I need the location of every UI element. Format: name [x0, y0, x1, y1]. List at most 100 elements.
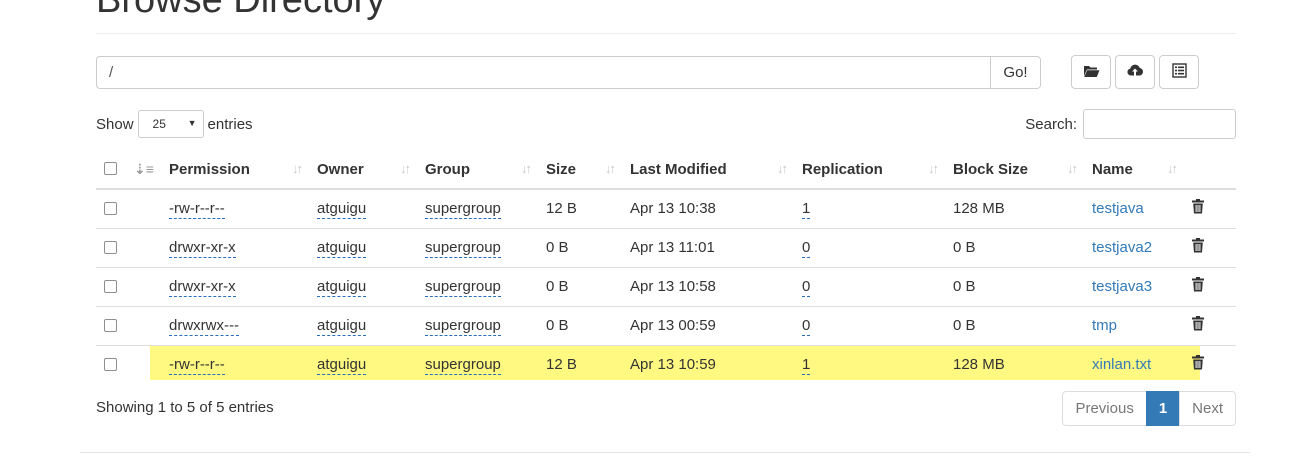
modified-cell: Apr 13 10:38 — [630, 200, 716, 218]
owner-cell[interactable]: atguigu — [317, 200, 367, 220]
modified-cell: Apr 13 11:01 — [622, 227, 794, 267]
block-size-cell: 128 MB — [945, 344, 1084, 384]
permission-cell[interactable]: drwxr-xr-x — [169, 278, 236, 297]
trash-icon[interactable] — [1192, 316, 1204, 335]
col-size[interactable]: Size ↓↑ — [538, 150, 622, 190]
pagination: Previous 1 Next — [1062, 391, 1236, 426]
sort-icon: ↓↑ — [1167, 161, 1178, 176]
title-divider — [96, 33, 1236, 34]
group-cell[interactable]: supergroup — [425, 278, 501, 297]
row-checkbox[interactable] — [104, 318, 117, 332]
block-size-cell: 0 B — [945, 227, 1084, 267]
cut-paste-button[interactable] — [1159, 55, 1199, 89]
page-title: Browse Directory — [96, 0, 386, 21]
create-directory-button[interactable] — [1071, 55, 1111, 89]
sort-icon: ↓↑ — [928, 161, 939, 176]
go-button[interactable]: Go! — [991, 56, 1041, 89]
col-last-modified-label: Last Modified — [630, 160, 727, 178]
group-cell[interactable]: supergroup — [425, 200, 501, 220]
group-cell[interactable]: supergroup — [425, 317, 501, 336]
file-table: ⇣≡ Permission ↓↑ Owner ↓↑ Group ↓↑ Size ↓↑ L… — [96, 150, 1236, 384]
file-name-link[interactable]: tmp — [1092, 317, 1117, 334]
footer-divider — [80, 452, 1250, 453]
owner-cell[interactable]: atguigu — [317, 239, 367, 258]
entries-select-value: 25 — [152, 117, 166, 131]
entries-select[interactable]: 25 ▼ — [137, 110, 204, 138]
page-1-button[interactable]: 1 — [1145, 391, 1181, 426]
replication-cell[interactable]: 0 — [802, 317, 811, 336]
row-checkbox[interactable] — [104, 240, 117, 254]
table-row: -rw-r--r-- atguigu supergroup 12 B Apr 1… — [96, 344, 1236, 384]
col-group[interactable]: Group ↓↑ — [417, 150, 538, 190]
size-cell: 0 B — [538, 305, 622, 345]
select-all-checkbox[interactable] — [104, 162, 117, 176]
select-all-cell — [96, 150, 126, 190]
modified-cell: Apr 13 10:59 — [622, 344, 794, 384]
permission-cell[interactable]: drwxr-xr-x — [169, 239, 236, 258]
col-last-modified[interactable]: Last Modified ↓↑ — [622, 150, 794, 190]
trash-icon[interactable] — [1192, 238, 1204, 257]
block-size-cell: 0 B — [945, 266, 1084, 306]
table-row: drwxr-xr-x atguigu supergroup 0 B Apr 13… — [96, 266, 1236, 306]
row-checkbox[interactable] — [104, 279, 117, 293]
replication-cell[interactable]: 1 — [802, 356, 811, 376]
size-cell: 0 B — [538, 227, 622, 267]
block-size-cell: 0 B — [945, 305, 1084, 345]
owner-cell[interactable]: atguigu — [317, 278, 367, 297]
col-replication[interactable]: Replication ↓↑ — [794, 150, 945, 190]
row-checkbox[interactable] — [104, 201, 117, 215]
group-cell[interactable]: supergroup — [425, 356, 501, 376]
upload-file-button[interactable] — [1115, 55, 1155, 89]
file-name-link[interactable]: xinlan.txt — [1092, 356, 1151, 373]
col-owner[interactable]: Owner ↓↑ — [309, 150, 417, 190]
size-cell: 12 B — [538, 344, 622, 384]
path-bar: Go! — [96, 56, 1041, 89]
table-row: drwxrwx--- atguigu supergroup 0 B Apr 13… — [96, 305, 1236, 345]
col-permission-label: Permission — [169, 160, 250, 178]
table-header-row: ⇣≡ Permission ↓↑ Owner ↓↑ Group ↓↑ Size ↓↑ L… — [96, 150, 1236, 190]
entries-label: entries — [207, 115, 253, 133]
col-name[interactable]: Name ↓↑ — [1084, 150, 1184, 190]
sort-icon: ↓↑ — [292, 161, 303, 176]
owner-cell[interactable]: atguigu — [317, 356, 367, 376]
col-size-label: Size — [546, 160, 577, 178]
sort-icon-header[interactable]: ⇣≡ — [126, 150, 161, 190]
col-block-size-label: Block Size — [953, 160, 1029, 178]
search-input[interactable] — [1083, 109, 1236, 139]
chevron-down-icon: ▼ — [187, 118, 197, 128]
file-table-wrapper: ⇣≡ Permission ↓↑ Owner ↓↑ Group ↓↑ Size ↓↑ L… — [96, 150, 1236, 384]
permission-cell[interactable]: drwxrwx--- — [169, 317, 239, 336]
sort-icon: ↓↑ — [400, 161, 411, 176]
sort-icon: ↓↑ — [521, 161, 532, 176]
next-page-button[interactable]: Next — [1179, 391, 1236, 426]
sort-desc-icon: ⇣≡ — [134, 160, 154, 177]
row-checkbox[interactable] — [104, 357, 117, 371]
col-block-size[interactable]: Block Size ↓↑ — [945, 150, 1084, 190]
group-cell[interactable]: supergroup — [425, 239, 501, 258]
file-name-link[interactable]: testjava — [1092, 200, 1144, 217]
file-name-link[interactable]: testjava3 — [1092, 278, 1152, 295]
trash-icon[interactable] — [1192, 199, 1204, 218]
permission-cell[interactable]: -rw-r--r-- — [169, 356, 225, 376]
table-row: drwxr-xr-x atguigu supergroup 0 B Apr 13… — [96, 227, 1236, 267]
trash-icon[interactable] — [1192, 277, 1204, 296]
permission-cell[interactable]: -rw-r--r-- — [169, 200, 225, 220]
previous-page-button[interactable]: Previous — [1062, 391, 1147, 426]
folder-open-icon — [1083, 64, 1100, 81]
replication-cell[interactable]: 1 — [802, 200, 811, 220]
col-permission[interactable]: Permission ↓↑ — [161, 150, 309, 190]
modified-cell: Apr 13 00:59 — [622, 305, 794, 345]
size-cell: 12 B — [546, 200, 577, 218]
trash-icon[interactable] — [1192, 355, 1204, 374]
path-input[interactable] — [96, 56, 991, 89]
owner-cell[interactable]: atguigu — [317, 317, 367, 336]
table-row: -rw-r--r-- atguigu supergroup 12 B Apr 1… — [96, 189, 1236, 228]
replication-cell[interactable]: 0 — [802, 278, 811, 297]
replication-cell[interactable]: 0 — [802, 239, 811, 258]
table-info: Showing 1 to 5 of 5 entries — [96, 399, 274, 416]
col-owner-label: Owner — [317, 160, 364, 178]
show-label: Show — [96, 115, 134, 133]
search-control: Search: — [1025, 109, 1236, 139]
file-name-link[interactable]: testjava2 — [1092, 239, 1152, 256]
col-name-label: Name — [1092, 160, 1133, 178]
